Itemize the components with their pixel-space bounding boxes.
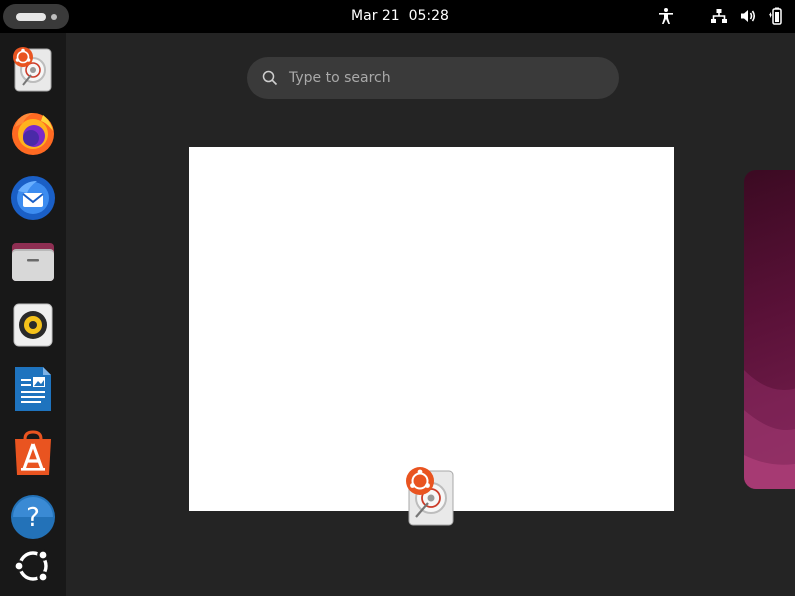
- dock-item-thunderbird[interactable]: [9, 173, 57, 221]
- rhythmbox-icon: [13, 303, 53, 347]
- window-preview[interactable]: [189, 147, 674, 511]
- wallpaper-swirl: [744, 370, 795, 489]
- help-icon: ?: [11, 495, 55, 539]
- dock-item-show-apps[interactable]: [9, 542, 57, 590]
- dock-item-help[interactable]: ?: [9, 493, 57, 541]
- accessibility-icon[interactable]: [656, 6, 676, 26]
- dock: ?: [0, 33, 66, 596]
- dock-item-app-center[interactable]: [9, 429, 57, 477]
- app-center-icon: [15, 430, 51, 475]
- search-icon: [262, 70, 278, 86]
- firefox-icon: [12, 113, 54, 155]
- activities-button[interactable]: [3, 4, 69, 29]
- workspace-thumbnail-next[interactable]: [744, 170, 795, 489]
- workspace-active-indicator: [16, 13, 46, 21]
- disk-usage-icon: [406, 467, 454, 526]
- dock-item-files[interactable]: [9, 237, 57, 285]
- clock[interactable]: Mar 21 05:28: [330, 0, 470, 33]
- workspace-inactive-indicator: [51, 14, 57, 20]
- battery-icon[interactable]: [767, 6, 787, 26]
- window-app-icon: [404, 465, 456, 527]
- dock-item-rhythmbox[interactable]: [9, 301, 57, 349]
- svg-text:?: ?: [26, 503, 40, 533]
- ubuntu-logo-icon: [13, 549, 49, 583]
- dock-item-disk-usage[interactable]: [9, 45, 57, 93]
- top-bar: Mar 21 05:28: [0, 0, 795, 33]
- volume-icon[interactable]: [738, 6, 758, 26]
- dock-item-firefox[interactable]: [9, 109, 57, 157]
- writer-icon: [15, 367, 51, 411]
- thunderbird-icon: [11, 176, 55, 220]
- files-icon: [12, 243, 54, 281]
- network-icon[interactable]: [709, 6, 729, 26]
- dock-item-writer[interactable]: [9, 365, 57, 413]
- search-placeholder: Type to search: [289, 70, 391, 86]
- search-bar[interactable]: Type to search: [247, 57, 619, 99]
- disk-usage-icon: [13, 47, 52, 92]
